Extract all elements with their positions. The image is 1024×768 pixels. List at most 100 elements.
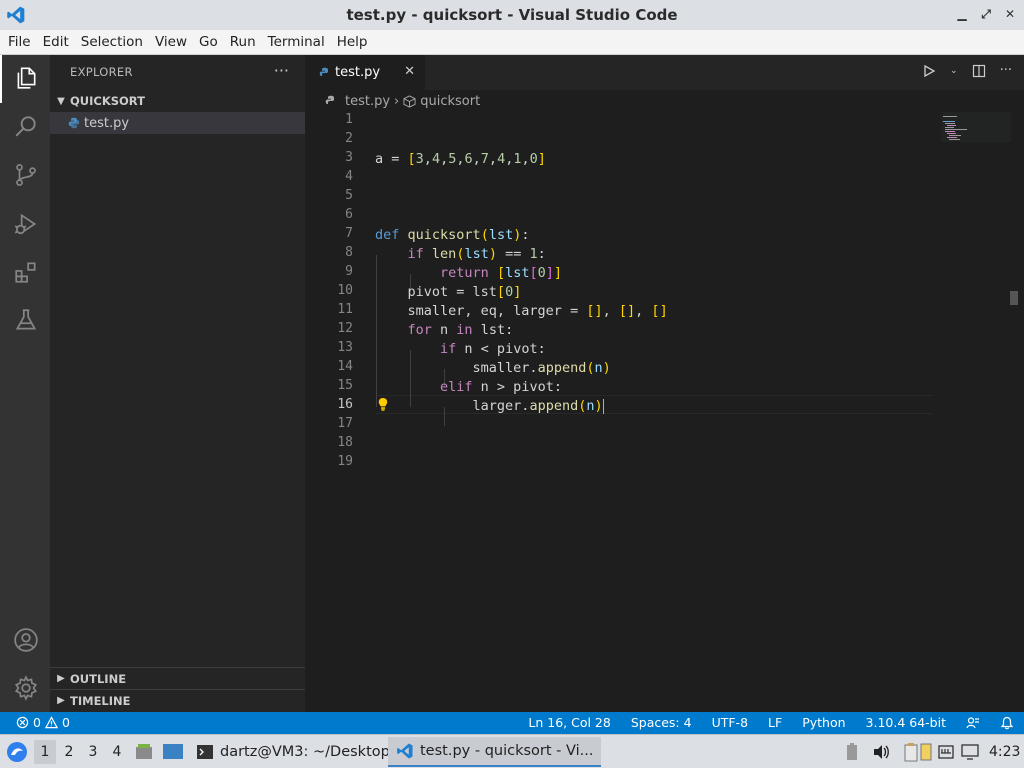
workspace-2[interactable]: 2 [58, 740, 80, 764]
python-interpreter[interactable]: 3.10.4 64-bit [866, 715, 946, 730]
workspace-3[interactable]: 3 [82, 740, 104, 764]
folder-quicksort[interactable]: ▼ QUICKSORT [50, 90, 305, 112]
status-bar: 0 0 Ln 16, Col 28 Spaces: 4 UTF-8 LF Pyt… [0, 712, 1024, 734]
title-bar: test.py - quicksort - Visual Studio Code… [0, 0, 1024, 30]
breadcrumb-file[interactable]: test.py [345, 94, 390, 109]
code-line[interactable]: a = [3,4,5,6,7,4,1,0] [375, 150, 546, 169]
minimap[interactable] [941, 112, 1011, 202]
breadcrumb-symbol[interactable]: quicksort [420, 94, 480, 109]
task-vscode[interactable]: test.py - quicksort - Vi... [388, 737, 602, 767]
code-line[interactable]: def quicksort(lst): [375, 226, 530, 245]
minimize-icon[interactable]: ▁ [954, 6, 970, 22]
line-number: 18 [337, 435, 353, 450]
line-number-current: 16 [337, 397, 353, 412]
breadcrumb: test.py › quicksort [325, 91, 480, 111]
menu-file[interactable]: File [2, 30, 37, 55]
notifications-bell-icon[interactable] [1000, 716, 1014, 730]
menu-edit[interactable]: Edit [37, 30, 75, 55]
outline-section[interactable]: ▶ OUTLINE [50, 667, 305, 689]
language-mode[interactable]: Python [802, 715, 845, 730]
menu-terminal[interactable]: Terminal [262, 30, 331, 55]
menu-go[interactable]: Go [193, 30, 224, 55]
error-count: 0 [33, 715, 41, 730]
outline-label: OUTLINE [70, 671, 127, 686]
scrollbar-thumb[interactable] [1010, 291, 1018, 305]
source-control-icon[interactable] [13, 162, 39, 188]
file-manager-icon[interactable] [134, 742, 154, 762]
line-number: 13 [337, 340, 353, 355]
folder-label: QUICKSORT [70, 94, 145, 108]
code-line[interactable]: larger.append(n) [375, 397, 605, 416]
run-icon[interactable] [922, 64, 936, 78]
code-line[interactable]: elif n > pivot: [375, 378, 562, 397]
volume-icon[interactable] [872, 743, 890, 761]
battery-icon[interactable] [845, 743, 859, 761]
task-terminal[interactable]: dartz@VM3: ~/Desktop [188, 737, 398, 767]
explorer-sidebar: EXPLORER ··· ▼ QUICKSORT test.py ▶ OUTLI… [50, 55, 305, 712]
start-menu-icon[interactable] [6, 741, 28, 763]
cursor-position[interactable]: Ln 16, Col 28 [528, 715, 610, 730]
line-number: 6 [345, 207, 353, 222]
more-actions-icon[interactable]: ··· [274, 61, 289, 80]
indentation[interactable]: Spaces: 4 [631, 715, 692, 730]
network-icon[interactable] [937, 743, 955, 761]
settings-gear-icon[interactable] [13, 675, 39, 701]
menu-run[interactable]: Run [224, 30, 262, 55]
chevron-down-icon: ▼ [57, 95, 65, 107]
clock[interactable]: 4:23 [989, 735, 1020, 768]
warning-count: 0 [61, 715, 70, 730]
line-number: 1 [345, 112, 353, 127]
encoding[interactable]: UTF-8 [712, 715, 748, 730]
feedback-icon[interactable] [966, 716, 980, 730]
code-line[interactable]: if len(lst) == 1: [375, 245, 546, 264]
menu-selection[interactable]: Selection [75, 30, 149, 55]
menu-bar: File Edit Selection View Go Run Terminal… [0, 30, 1024, 55]
line-number: 12 [337, 321, 353, 336]
split-editor-icon[interactable] [972, 64, 986, 78]
run-debug-icon[interactable] [13, 211, 39, 237]
chevron-down-icon[interactable]: ⌄ [950, 66, 958, 76]
menu-view[interactable]: View [149, 30, 193, 55]
clipboard-icon[interactable] [904, 742, 918, 762]
code-line[interactable]: pivot = lst[0] [375, 283, 522, 302]
workspace-4[interactable]: 4 [106, 740, 128, 764]
account-icon[interactable] [13, 627, 39, 653]
extensions-icon[interactable] [13, 259, 39, 285]
more-actions-icon[interactable]: ··· [1000, 63, 1012, 78]
python-file-icon [319, 67, 328, 76]
code-line[interactable]: smaller, eq, larger = [], [], [] [375, 302, 668, 321]
close-icon[interactable]: ✕ [1002, 6, 1018, 22]
task-terminal-label: dartz@VM3: ~/Desktop [220, 744, 390, 760]
code-line[interactable]: return [lst[0]] [375, 264, 562, 283]
search-icon[interactable] [13, 113, 39, 139]
line-number: 4 [345, 169, 353, 184]
vscode-logo-icon [397, 743, 413, 759]
system-taskbar: 1 2 3 4 dartz@VM3: ~/Desktop test.py - q… [0, 734, 1024, 768]
method-cube-icon [403, 94, 416, 108]
end-of-line[interactable]: LF [768, 715, 782, 730]
workspace-1[interactable]: 1 [34, 740, 56, 764]
line-number: 19 [337, 454, 353, 469]
notes-icon[interactable] [920, 742, 932, 762]
desktop-icon[interactable] [162, 742, 184, 762]
line-number: 11 [337, 302, 353, 317]
line-number: 7 [345, 226, 353, 241]
testing-flask-icon[interactable] [13, 307, 39, 333]
code-line[interactable]: for n in lst: [375, 321, 514, 340]
code-line[interactable]: smaller.append(n) [375, 359, 611, 378]
timeline-section[interactable]: ▶ TIMELINE [50, 689, 305, 711]
timeline-label: TIMELINE [70, 693, 131, 708]
problems-indicator[interactable]: 0 0 [16, 715, 70, 730]
file-test-py[interactable]: test.py [50, 112, 305, 134]
python-file-icon [325, 95, 334, 104]
warning-icon [44, 716, 58, 729]
tab-close-icon[interactable]: ✕ [404, 64, 415, 79]
maximize-icon[interactable]: ⤢ [978, 6, 994, 22]
code-line[interactable]: if n < pivot: [375, 340, 546, 359]
explorer-files-icon[interactable] [13, 65, 39, 91]
screen-icon[interactable] [961, 743, 979, 761]
menu-help[interactable]: Help [331, 30, 374, 55]
tab-test-py[interactable]: test.py ✕ [305, 55, 425, 90]
terminal-icon [197, 745, 213, 759]
chevron-right-icon: ▶ [57, 695, 65, 706]
